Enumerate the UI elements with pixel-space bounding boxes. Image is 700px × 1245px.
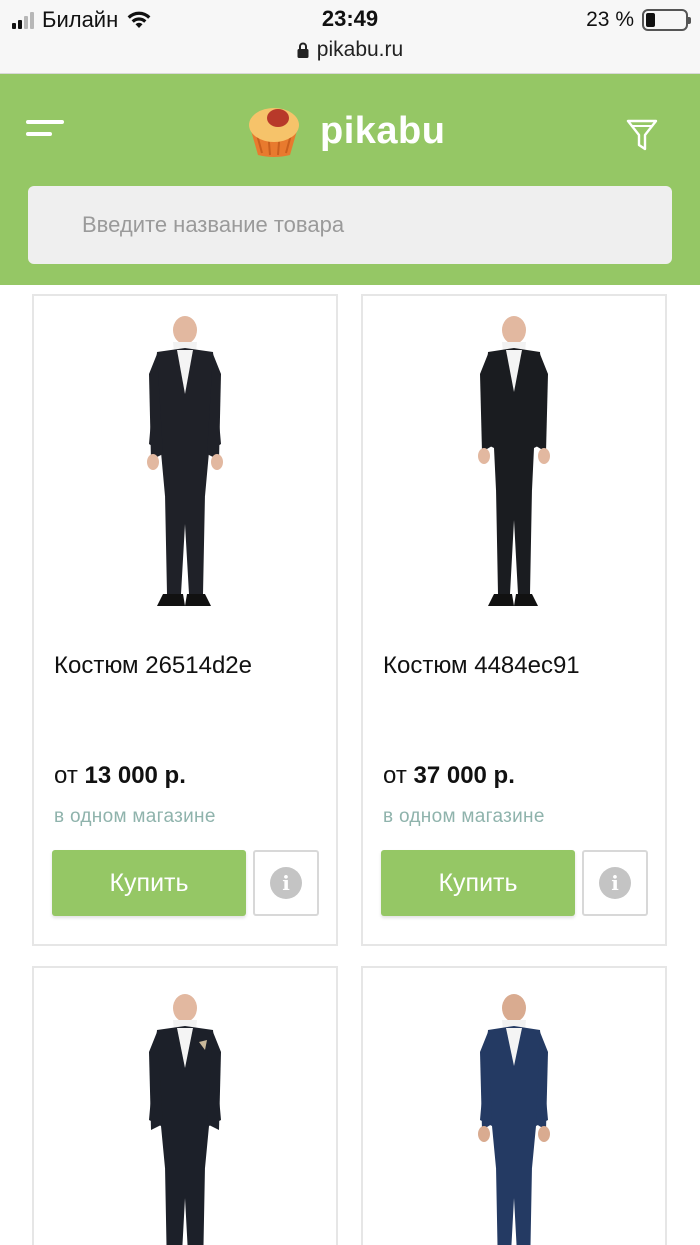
status-bar: Билайн 23:49 pikabu.ru 23 % <box>0 0 700 74</box>
product-title[interactable]: Костюм 4484ec91 <box>383 652 580 680</box>
product-image[interactable] <box>363 314 665 624</box>
search-input[interactable] <box>28 186 672 264</box>
product-price: от 37 000 р. <box>383 762 515 790</box>
stores-count: в одном магазине <box>54 806 216 827</box>
product-card[interactable] <box>361 966 667 1245</box>
buy-button[interactable]: Купить <box>381 850 575 916</box>
url-text: pikabu.ru <box>316 38 404 61</box>
product-card[interactable]: Костюм 4484ec91 от 37 000 р. в одном маг… <box>361 294 667 946</box>
suit-image-icon <box>147 316 223 606</box>
suit-image-icon <box>478 316 550 606</box>
product-card[interactable] <box>32 966 338 1245</box>
logo[interactable]: pikabu <box>244 100 445 162</box>
price-value: 13 000 р. <box>84 762 186 789</box>
product-image[interactable] <box>34 992 336 1245</box>
product-price: от 13 000 р. <box>54 762 186 790</box>
stores-count: в одном магазине <box>383 806 545 827</box>
lock-icon <box>297 42 309 58</box>
info-button[interactable]: i <box>253 850 319 916</box>
hamburger-icon[interactable] <box>26 118 68 142</box>
logo-text: pikabu <box>320 109 446 152</box>
site-header: pikabu <box>0 74 700 285</box>
buy-button[interactable]: Купить <box>52 850 246 916</box>
price-prefix: от <box>54 762 78 789</box>
battery-icon <box>642 9 691 31</box>
product-title[interactable]: Костюм 26514d2e <box>54 652 252 680</box>
filter-icon[interactable] <box>626 118 658 152</box>
battery-percent: 23 % <box>586 8 634 31</box>
product-card[interactable]: Костюм 26514d2e от 13 000 р. в одном маг… <box>32 294 338 946</box>
info-icon: i <box>270 867 302 899</box>
info-icon: i <box>599 867 631 899</box>
address-bar[interactable]: pikabu.ru <box>0 38 700 62</box>
suit-image-icon <box>478 994 550 1245</box>
muffin-logo-icon <box>249 108 299 157</box>
battery-info: 23 % <box>586 7 691 33</box>
price-prefix: от <box>383 762 407 789</box>
info-button[interactable]: i <box>582 850 648 916</box>
product-image[interactable] <box>363 992 665 1245</box>
product-image[interactable] <box>34 314 336 624</box>
suit-image-icon <box>149 994 221 1245</box>
price-value: 37 000 р. <box>413 762 515 789</box>
battery-level <box>646 13 655 27</box>
